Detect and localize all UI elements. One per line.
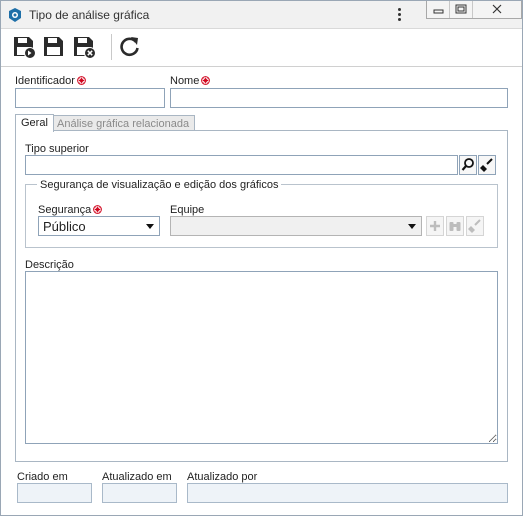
nome-input[interactable]: [170, 88, 508, 108]
required-icon: [77, 76, 86, 85]
kebab-menu-icon[interactable]: [394, 6, 404, 24]
binoculars-icon[interactable]: [446, 216, 464, 236]
identificador-input[interactable]: [15, 88, 165, 108]
clear-broom-icon[interactable]: [466, 216, 484, 236]
toolbar: [1, 29, 522, 67]
nome-label: Nome: [170, 75, 211, 87]
minimize-icon[interactable]: [427, 1, 450, 18]
toolbar-separator: [111, 34, 112, 60]
identificador-label: Identificador: [15, 75, 86, 87]
required-icon: [93, 205, 103, 214]
app-logo-icon: [9, 8, 21, 22]
search-icon[interactable]: [459, 155, 477, 175]
equipe-select[interactable]: [170, 216, 422, 236]
criado-em-field: [17, 483, 92, 503]
seguranca-label: Segurança: [38, 204, 103, 216]
descricao-textarea[interactable]: [25, 271, 498, 444]
seguranca-selected-value: Público: [43, 219, 86, 234]
save-close-icon[interactable]: [71, 34, 97, 60]
window-controls: [426, 1, 522, 19]
dialog-window: Tipo de análise gráfica Identificador No…: [0, 0, 523, 516]
title-bar: Tipo de análise gráfica: [1, 1, 522, 29]
atualizado-por-field: [187, 483, 508, 503]
save-new-icon[interactable]: [11, 34, 37, 60]
window-title: Tipo de análise gráfica: [29, 8, 150, 22]
atualizado-por-label: Atualizado por: [187, 471, 258, 483]
tipo-superior-label: Tipo superior: [25, 143, 89, 155]
dropdown-arrow-icon: [146, 224, 154, 229]
equipe-label: Equipe: [170, 204, 205, 216]
save-icon[interactable]: [41, 34, 67, 60]
seguranca-select[interactable]: Público: [38, 216, 160, 236]
refresh-icon[interactable]: [117, 34, 143, 60]
tipo-superior-input[interactable]: [25, 155, 458, 175]
add-icon[interactable]: [426, 216, 444, 236]
descricao-label: Descrição: [25, 259, 74, 271]
criado-em-label: Criado em: [17, 471, 68, 483]
security-group-legend: Segurança de visualização e edição dos g…: [37, 179, 282, 191]
restore-icon[interactable]: [450, 1, 473, 18]
dropdown-arrow-icon: [408, 224, 416, 229]
tab-geral[interactable]: Geral: [15, 114, 54, 132]
atualizado-em-field: [102, 483, 177, 503]
close-icon[interactable]: [473, 1, 521, 18]
atualizado-em-label: Atualizado em: [102, 471, 172, 483]
clear-broom-icon[interactable]: [478, 155, 496, 175]
required-icon: [201, 76, 211, 85]
